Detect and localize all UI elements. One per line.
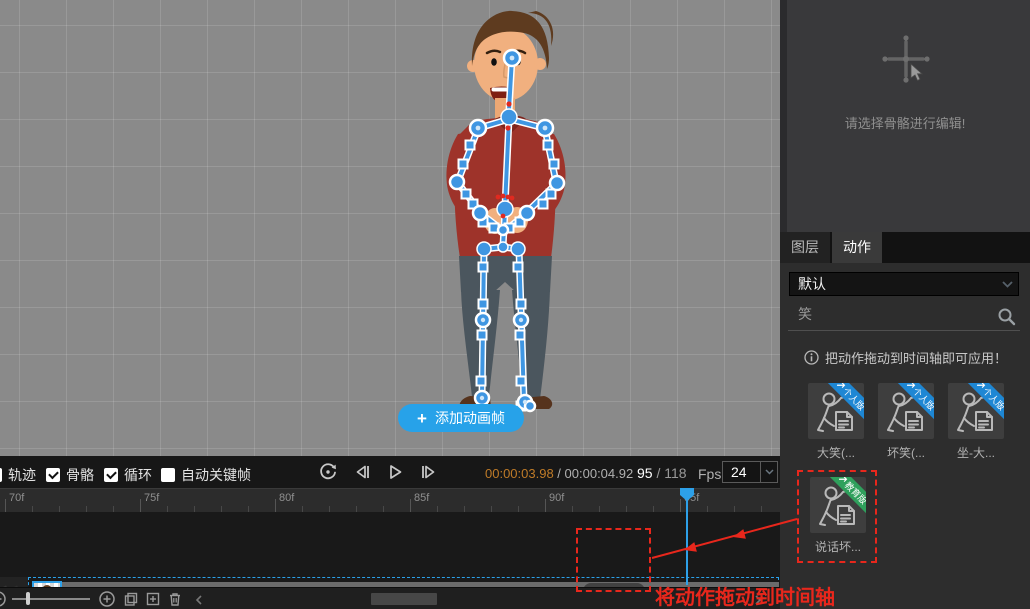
action-label: 坏笑(... xyxy=(887,444,925,461)
toggle-label: 循环 xyxy=(124,465,152,485)
scroll-right-button[interactable] xyxy=(753,593,763,609)
stage-canvas[interactable]: + 添加动画帧 xyxy=(0,0,780,456)
frame-counter: 95 / 118 xyxy=(637,465,687,481)
toggle-label: 轨迹 xyxy=(8,465,36,485)
auto-keyframe-checkbox[interactable] xyxy=(161,468,175,482)
chevron-down-icon xyxy=(760,462,777,482)
plus-icon: + xyxy=(417,410,427,427)
character-with-skeleton[interactable] xyxy=(0,0,780,456)
scroll-left-button[interactable] xyxy=(194,593,204,609)
info-icon xyxy=(804,350,819,365)
drag-tip-text: 把动作拖动到时间轴即可应用！ xyxy=(825,348,1007,367)
zoom-in-icon xyxy=(99,591,115,607)
timeline-bottom-bar xyxy=(0,587,780,609)
toggle-trajectory[interactable]: 轨迹 xyxy=(0,465,36,485)
timeline-ruler[interactable]: 70f75f80f85f90f95f xyxy=(0,488,780,512)
panel-tabbar: 图层 动作 xyxy=(780,232,1030,263)
trash-icon xyxy=(167,591,183,607)
zoom-out-icon xyxy=(0,591,6,607)
category-dropdown[interactable]: 默认 xyxy=(789,272,1019,296)
delete-button[interactable] xyxy=(167,591,183,609)
timeline-panel: 轨迹 骨骼 循环 自动关键帧 00:00:03.98 / 00:00:04.92… xyxy=(0,456,780,609)
toggle-auto-keyframe[interactable]: 自动关键帧 xyxy=(161,465,251,485)
playhead[interactable] xyxy=(679,488,695,506)
bone-edit-preview: 请选择骨骼进行编辑! xyxy=(780,0,1030,232)
tab-actions[interactable]: 动作 xyxy=(832,232,882,263)
copy-icon xyxy=(123,591,139,607)
bones-checkbox[interactable] xyxy=(46,468,60,482)
action-item-highlighted[interactable]: 教育版 说话坏... xyxy=(803,477,873,555)
prev-frame-icon xyxy=(352,462,374,482)
prev-frame-button[interactable] xyxy=(352,462,374,482)
action-thumbnail: 教育版 xyxy=(810,477,866,533)
action-item[interactable]: 个人版 坐-大... xyxy=(941,383,1011,461)
drag-tip: 把动作拖动到时间轴即可应用！ xyxy=(804,348,1007,367)
action-item[interactable]: 个人版 大笑(... xyxy=(801,383,871,461)
action-search-row xyxy=(788,303,1020,331)
toggle-bones[interactable]: 骨骼 xyxy=(46,465,94,485)
time-display: 00:00:03.98 / 00:00:04.92 xyxy=(485,466,633,481)
action-item[interactable]: 个人版 坏笑(... xyxy=(871,383,941,461)
play-icon xyxy=(385,462,405,482)
zoom-slider-handle[interactable] xyxy=(26,592,30,605)
cursor-icon xyxy=(911,64,922,81)
loop-playback-button[interactable] xyxy=(318,462,340,482)
preview-hint-text: 请选择骨骼进行编辑! xyxy=(780,113,1030,132)
play-button[interactable] xyxy=(385,462,407,482)
loop-checkbox[interactable] xyxy=(104,468,118,482)
fps-dropdown[interactable]: 24 xyxy=(722,461,778,483)
toggle-loop[interactable]: 循环 xyxy=(104,465,152,485)
add-keyframe-button[interactable] xyxy=(145,591,161,609)
add-animation-frame-button[interactable]: + 添加动画帧 xyxy=(398,404,524,432)
fps-label: Fps xyxy=(698,466,721,482)
action-label: 坐-大... xyxy=(957,444,995,461)
tab-layers[interactable]: 图层 xyxy=(780,232,830,263)
trajectory-checkbox[interactable] xyxy=(0,468,2,482)
toggle-label: 骨骼 xyxy=(66,465,94,485)
loop-icon xyxy=(318,462,338,482)
next-frame-icon xyxy=(417,462,439,482)
action-label: 说话坏... xyxy=(815,538,861,555)
add-frame-label: 添加动画帧 xyxy=(435,408,505,428)
animation-editor-window: + 添加动画帧 请选择骨骼进行编辑! 图层 动作 xyxy=(0,0,1030,609)
action-thumbnail: 个人版 xyxy=(948,383,1004,439)
track-area: 说话坏笑(人物1) xyxy=(0,512,780,587)
crosshair-icon xyxy=(875,28,937,90)
fps-value: 24 xyxy=(723,464,760,480)
search-input[interactable] xyxy=(798,306,986,322)
chevron-down-icon xyxy=(996,273,1018,295)
action-label: 大笑(... xyxy=(817,444,855,461)
action-thumbnail: 个人版 xyxy=(808,383,864,439)
category-value: 默认 xyxy=(790,274,996,294)
zoom-in-button[interactable] xyxy=(99,591,115,609)
next-frame-button[interactable] xyxy=(417,462,439,482)
action-thumbnail: 个人版 xyxy=(878,383,934,439)
scroll-left-icon xyxy=(194,594,204,606)
toggle-label: 自动关键帧 xyxy=(181,465,251,485)
add-square-icon xyxy=(145,591,161,607)
scroll-right-icon xyxy=(753,594,763,606)
right-panel: 请选择骨骼进行编辑! 图层 动作 默认 xyxy=(780,0,1030,609)
copy-frame-button[interactable] xyxy=(123,591,139,609)
zoom-slider[interactable] xyxy=(12,598,90,600)
zoom-out-button[interactable] xyxy=(0,591,6,609)
actions-panel: 默认 把动作拖动到时间轴即可应用！ xyxy=(780,263,1030,609)
scrollbar-thumb[interactable] xyxy=(371,593,437,605)
playhead-line xyxy=(686,499,688,585)
search-icon[interactable] xyxy=(997,307,1016,331)
